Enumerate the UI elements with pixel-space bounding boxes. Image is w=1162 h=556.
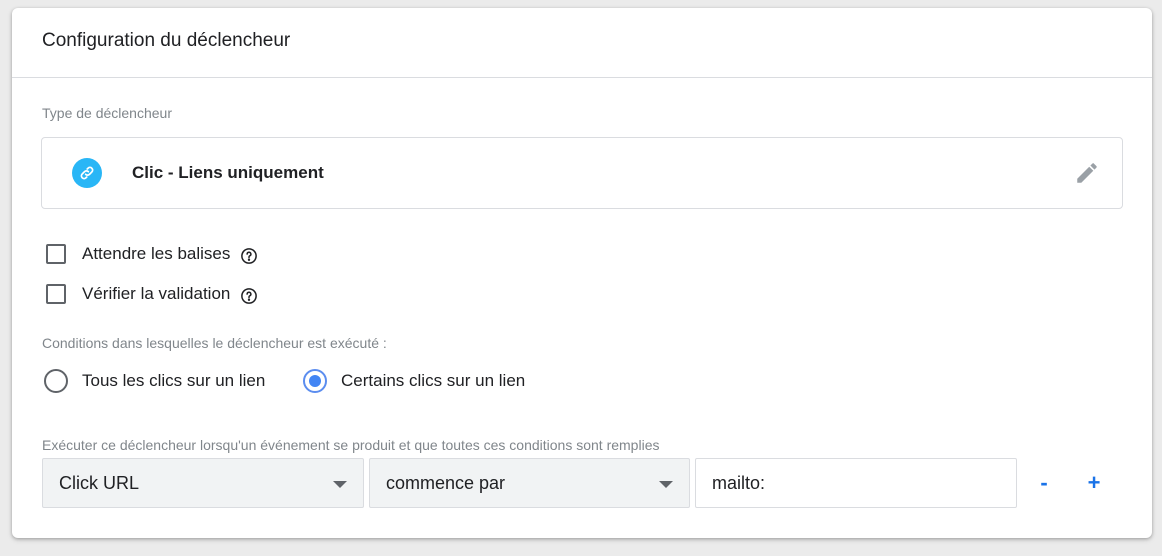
check-validation-option: Vérifier la validation (46, 282, 258, 306)
wait-for-tags-label: Attendre les balises (82, 244, 231, 263)
pencil-icon (1077, 163, 1097, 183)
condition-value-input[interactable] (695, 458, 1017, 508)
help-icon[interactable] (240, 247, 258, 265)
operator-select-value: commence par (386, 473, 506, 493)
dropdown-arrow-icon (333, 481, 347, 488)
some-clicks-label: Certains clics sur un lien (341, 371, 526, 390)
trigger-type-name: Clic - Liens uniquement (132, 163, 324, 182)
wait-for-tags-checkbox[interactable] (46, 244, 66, 264)
conditions-label: Conditions dans lesquelles le déclencheu… (42, 335, 387, 351)
trigger-type-selector[interactable]: Clic - Liens uniquement (41, 137, 1123, 209)
trigger-config-card: Configuration du déclencheur Type de déc… (12, 8, 1152, 538)
remove-condition-button[interactable]: - (1029, 468, 1059, 498)
check-validation-label: Vérifier la validation (82, 284, 231, 303)
some-clicks-option: Certains clics sur un lien (303, 368, 525, 394)
link-icon (72, 158, 102, 188)
some-clicks-radio[interactable] (303, 369, 327, 393)
all-clicks-radio[interactable] (44, 369, 68, 393)
variable-select-value: Click URL (59, 473, 140, 493)
all-clicks-option: Tous les clics sur un lien (44, 368, 265, 394)
help-icon[interactable] (240, 287, 258, 305)
filter-conditions-label: Exécuter ce déclencheur lorsqu'un événem… (42, 437, 660, 453)
add-condition-button[interactable]: + (1079, 468, 1109, 498)
variable-select[interactable]: Click URL (42, 458, 364, 508)
card-header: Configuration du déclencheur (12, 8, 1152, 78)
wait-for-tags-option: Attendre les balises (46, 242, 258, 266)
check-validation-checkbox[interactable] (46, 284, 66, 304)
trigger-type-label: Type de déclencheur (42, 105, 172, 121)
dropdown-arrow-icon (659, 481, 673, 488)
all-clicks-label: Tous les clics sur un lien (82, 371, 266, 390)
edit-trigger-type-button[interactable] (1074, 160, 1100, 186)
operator-select[interactable]: commence par (369, 458, 690, 508)
card-title: Configuration du déclencheur (42, 30, 291, 51)
